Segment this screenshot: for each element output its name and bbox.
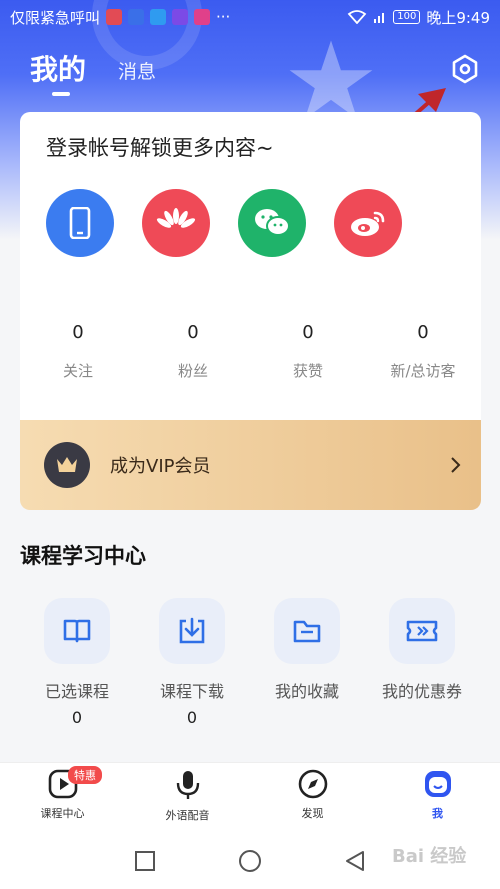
huawei-login-button[interactable] (142, 189, 210, 257)
chevron-right-icon (451, 457, 461, 473)
visitors-label: 新/总访客 (390, 362, 456, 380)
battery-indicator: 100 (393, 10, 421, 24)
clock: 晚上9:49 (426, 8, 490, 27)
nav-label: 外语配音 (165, 809, 210, 822)
nav-dubbing[interactable]: 外语配音 (125, 763, 250, 832)
followers-label: 粉丝 (177, 362, 208, 380)
notification-app2-icon (172, 9, 189, 25)
course-item-value: 0 (71, 708, 83, 727)
promo-badge: 特惠 (68, 766, 102, 784)
tab-me[interactable]: 我的 (30, 48, 86, 96)
course-item-coupons[interactable]: 我的优惠券 (367, 598, 477, 708)
profile-card: 登录帐号解锁更多内容~ 0 关注 0 粉丝 0 获赞 0 新/总访客 成为VIP… (20, 112, 481, 510)
back-triangle-icon[interactable] (344, 850, 366, 872)
phone-login-button[interactable] (46, 189, 114, 257)
notification-bulb-icon (150, 9, 167, 25)
course-item-label: 我的收藏 (274, 682, 339, 701)
weibo-login-button[interactable] (334, 189, 402, 257)
wechat-login-button[interactable] (238, 189, 306, 257)
vip-badge (44, 442, 90, 488)
nav-me[interactable]: 我 (375, 763, 500, 832)
nav-discover[interactable]: 发现 (250, 763, 375, 832)
huawei-icon (156, 208, 196, 228)
nav-label: 我 (432, 807, 443, 820)
settings-hex-icon[interactable] (450, 54, 480, 84)
notification-app-icon (106, 9, 123, 25)
notification-mail-icon (128, 9, 145, 25)
likes-count[interactable]: 0 (263, 322, 353, 343)
course-item-label: 已选课程 (44, 682, 109, 701)
visitors-count[interactable]: 0 (378, 322, 468, 343)
status-bar: 仅限紧急呼叫 ··· 100 晚上9:49 (0, 0, 500, 34)
compass-icon (298, 769, 327, 799)
nav-label: 课程中心 (40, 807, 85, 820)
course-item-favorites[interactable]: 我的收藏 (252, 598, 362, 708)
following-label: 关注 (62, 362, 93, 380)
nav-label: 发现 (301, 807, 324, 820)
notification-app3-icon (194, 9, 211, 25)
course-section-title: 课程学习中心 (20, 544, 146, 568)
download-icon (159, 598, 225, 664)
carrier-status: 仅限紧急呼叫 (10, 8, 101, 27)
wechat-icon (255, 209, 290, 236)
login-prompt[interactable]: 登录帐号解锁更多内容~ (46, 132, 274, 162)
nav-course-center[interactable]: 特惠 课程中心 (0, 763, 125, 832)
course-item-value: 0 (186, 708, 198, 727)
phone-icon (69, 207, 91, 239)
folder-icon (274, 598, 340, 664)
recents-square-icon[interactable] (134, 850, 156, 872)
vip-label: 成为VIP会员 (110, 456, 211, 477)
coupon-icon (389, 598, 455, 664)
top-tabs: 我的 消息 (30, 48, 156, 96)
more-notifications: ··· (216, 8, 231, 26)
home-circle-icon[interactable] (238, 849, 262, 873)
weibo-icon (351, 211, 385, 236)
vip-banner[interactable]: 成为VIP会员 (20, 420, 481, 510)
profile-face-icon (424, 771, 451, 797)
course-item-label: 课程下载 (159, 682, 224, 701)
wifi-icon (347, 10, 367, 24)
following-count[interactable]: 0 (33, 322, 123, 343)
likes-label: 获赞 (292, 362, 323, 380)
bottom-navigation: 特惠 课程中心 外语配音 发现 我 (0, 762, 500, 832)
course-item-label: 我的优惠券 (381, 682, 462, 701)
signal-icon (374, 13, 385, 23)
course-item-download[interactable]: 课程下载 0 (137, 598, 247, 727)
crown-icon (57, 457, 77, 472)
tab-messages[interactable]: 消息 (118, 57, 156, 88)
book-icon (44, 598, 110, 664)
watermark: Bai 经验 (392, 846, 467, 867)
microphone-icon (176, 771, 199, 799)
course-item-selected[interactable]: 已选课程 0 (22, 598, 132, 727)
followers-count[interactable]: 0 (148, 322, 238, 343)
